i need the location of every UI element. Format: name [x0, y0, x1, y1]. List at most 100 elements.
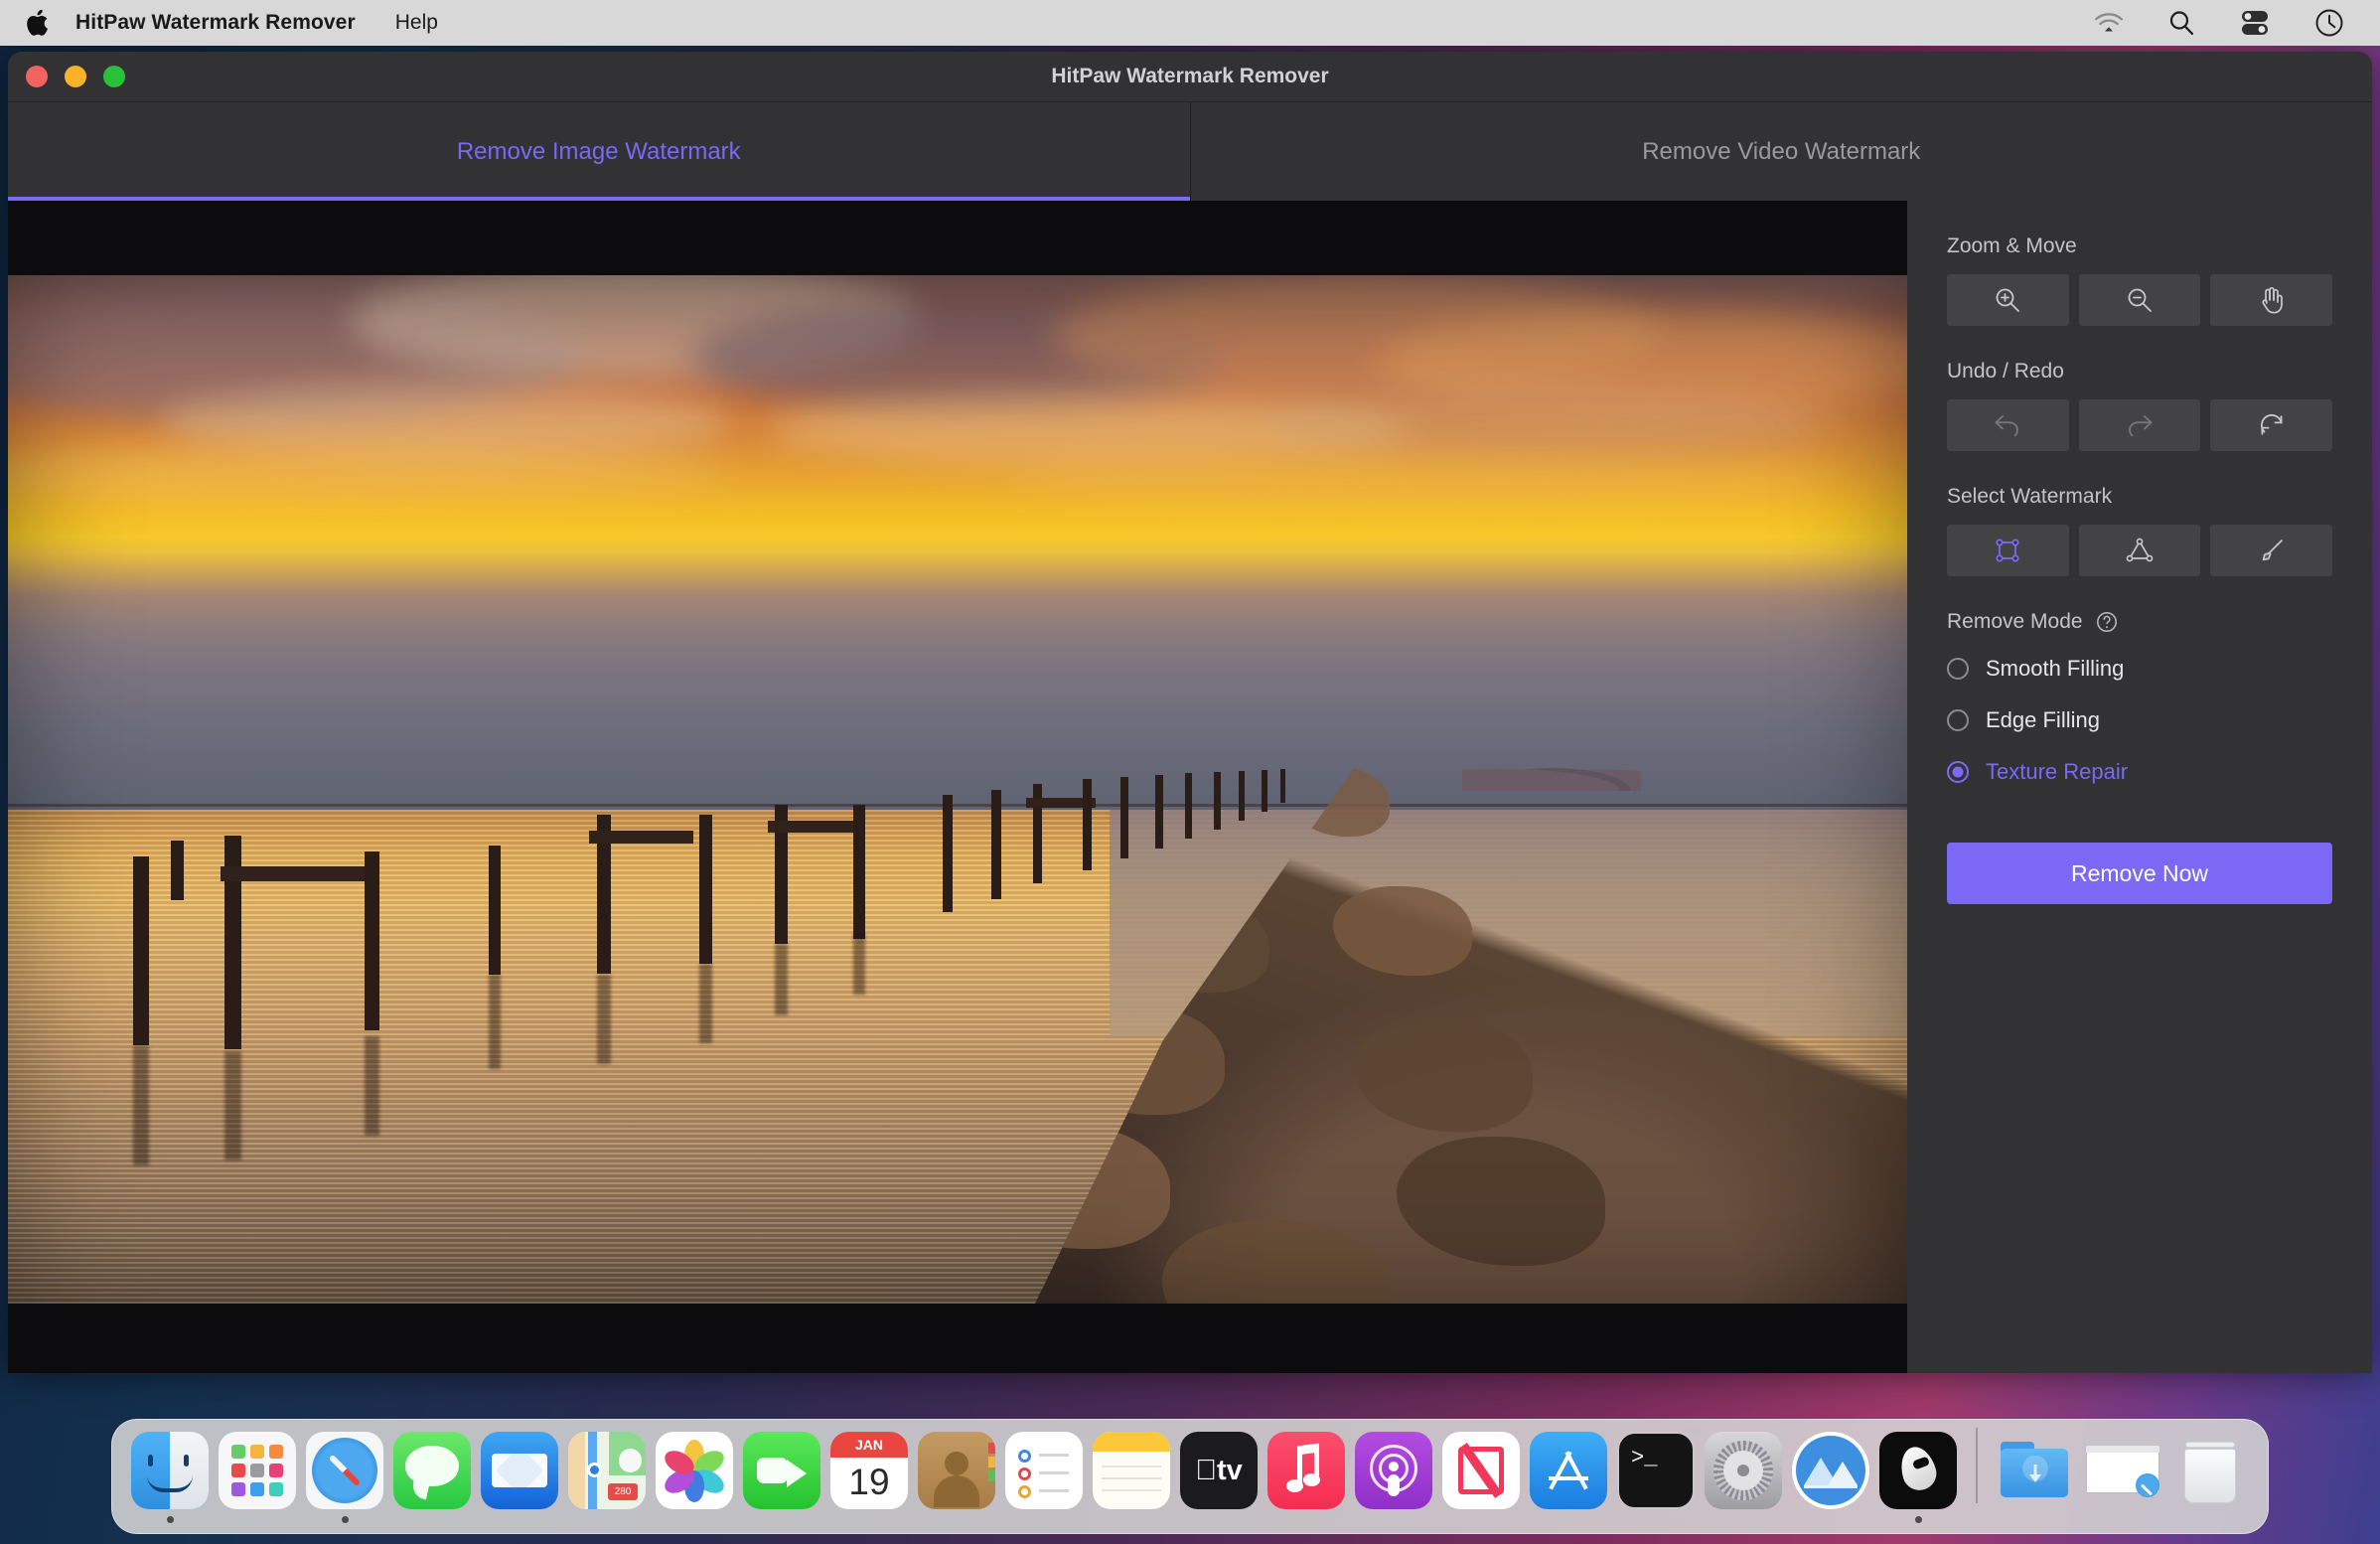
menubar-app-title[interactable]: HitPaw Watermark Remover: [75, 11, 356, 35]
dock-item-messages[interactable]: [388, 1432, 476, 1523]
dock-item-appletv[interactable]: tv: [1175, 1432, 1263, 1523]
dock-item-safari-window-preview[interactable]: [2079, 1432, 2166, 1523]
running-indicator: [866, 1516, 873, 1523]
remove-now-button[interactable]: Remove Now: [1947, 843, 2332, 904]
podcasts-icon: [1355, 1432, 1432, 1509]
dock-item-facetime[interactable]: [738, 1432, 825, 1523]
dock-item-downloads-folder[interactable]: [1992, 1432, 2079, 1523]
rectangle-select-icon: [1993, 536, 2022, 565]
apple-logo-icon[interactable]: [26, 9, 49, 36]
radio-indicator: [1947, 761, 1969, 783]
running-indicator: [1740, 1516, 1747, 1523]
running-indicator: [1828, 1516, 1835, 1523]
radio-edge-filling[interactable]: Edge Filling: [1947, 707, 2332, 733]
rectangle-select-button[interactable]: [1947, 525, 2069, 576]
select-watermark-button-row: [1947, 525, 2333, 576]
dock-item-news[interactable]: [1437, 1432, 1525, 1523]
app-store-icon: [1530, 1432, 1607, 1509]
siri-clock-icon[interactable]: [2314, 8, 2344, 38]
remove-mode-title: Remove Mode: [1947, 610, 2083, 633]
running-indicator: [1303, 1516, 1310, 1523]
help-circle-icon[interactable]: [2095, 610, 2119, 634]
section-label-undo-redo: Undo / Redo: [1947, 360, 2332, 384]
trash-icon: [2171, 1432, 2249, 1509]
dock-item-launchpad[interactable]: [214, 1432, 301, 1523]
dock-item-trash[interactable]: [2166, 1432, 2254, 1523]
preview-image[interactable]: [8, 275, 1907, 1304]
notes-icon: [1093, 1432, 1170, 1509]
polygon-select-button[interactable]: [2078, 525, 2201, 576]
reset-icon: [2258, 411, 2286, 439]
wifi-icon[interactable]: [2094, 12, 2124, 34]
running-indicator: [517, 1516, 523, 1523]
radio-label: Edge Filling: [1986, 707, 2100, 732]
dock-item-mountain-app[interactable]: [1787, 1432, 1874, 1523]
dock-item-reminders[interactable]: [1000, 1432, 1088, 1523]
zoom-in-icon: [1993, 285, 2022, 315]
music-icon: [1267, 1432, 1345, 1509]
messages-icon: [393, 1432, 471, 1509]
dock-item-podcasts[interactable]: [1350, 1432, 1437, 1523]
running-indicator: [1914, 1516, 1922, 1523]
undo-icon: [1993, 412, 2022, 438]
zoom-move-button-row: [1947, 274, 2333, 326]
running-indicator: [429, 1516, 436, 1523]
dock-item-hitpaw[interactable]: [1874, 1432, 1962, 1523]
dock-item-calendar[interactable]: JAN 19: [825, 1432, 913, 1523]
brush-select-button[interactable]: [2210, 525, 2333, 576]
dock-item-contacts[interactable]: [913, 1432, 1000, 1523]
running-indicator: [254, 1516, 261, 1523]
pan-hand-button[interactable]: [2210, 274, 2333, 326]
downloads-folder-icon: [1997, 1432, 2074, 1509]
dock-item-mail[interactable]: [476, 1432, 563, 1523]
running-indicator: [1391, 1516, 1398, 1523]
polygon-select-icon: [2125, 537, 2155, 564]
tab-label: Remove Image Watermark: [456, 137, 741, 165]
hand-pan-icon: [2258, 285, 2286, 315]
maps-icon: 280: [568, 1432, 646, 1509]
window-title-bar: HitPaw Watermark Remover: [8, 52, 2372, 101]
dock-item-safari[interactable]: [301, 1432, 388, 1523]
radio-smooth-filling[interactable]: Smooth Filling: [1947, 656, 2332, 682]
running-indicator: [1478, 1516, 1485, 1523]
search-icon[interactable]: [2167, 9, 2195, 37]
running-indicator: [1653, 1516, 1660, 1523]
dock-item-app-store[interactable]: [1525, 1432, 1612, 1523]
terminal-icon: >_: [1617, 1432, 1695, 1509]
running-indicator: [691, 1516, 698, 1523]
window-title: HitPaw Watermark Remover: [1051, 65, 1329, 87]
section-label-zoom-move: Zoom & Move: [1947, 234, 2332, 258]
tab-remove-image-watermark[interactable]: Remove Image Watermark: [8, 102, 1190, 201]
running-indicator: [1041, 1516, 1048, 1523]
running-indicator: [2207, 1516, 2214, 1523]
menubar-item-help[interactable]: Help: [395, 11, 438, 35]
image-canvas[interactable]: [8, 201, 1907, 1373]
dock-item-notes[interactable]: [1088, 1432, 1175, 1523]
dock: 280 JAN 19 tv >_: [111, 1419, 2269, 1534]
tools-sidebar: Zoom & Move Undo / Redo Select Watermark…: [1907, 201, 2372, 1373]
dock-item-system-preferences[interactable]: [1700, 1432, 1787, 1523]
section-title: Zoom & Move: [1947, 234, 2077, 257]
zoom-out-button[interactable]: [2078, 274, 2201, 326]
control-center-icon[interactable]: [2239, 10, 2271, 36]
tab-bar: Remove Image Watermark Remove Video Wate…: [8, 101, 2372, 201]
contacts-icon: [918, 1432, 995, 1509]
tab-remove-video-watermark[interactable]: Remove Video Watermark: [1189, 102, 2373, 201]
zoom-in-button[interactable]: [1947, 274, 2069, 326]
reminders-icon: [1005, 1432, 1083, 1509]
running-indicator: [341, 1516, 349, 1523]
reset-button[interactable]: [2210, 399, 2333, 451]
running-indicator: [954, 1516, 961, 1523]
tab-label: Remove Video Watermark: [1642, 137, 1921, 165]
dock-item-maps[interactable]: 280: [563, 1432, 651, 1523]
radio-texture-repair[interactable]: Texture Repair: [1947, 759, 2332, 785]
dock-item-finder[interactable]: [126, 1432, 214, 1523]
remove-mode-radio-group: Smooth Filling Edge Filling Texture Repa…: [1947, 656, 2332, 785]
menubar-status-area: [2094, 8, 2362, 38]
redo-button[interactable]: [2078, 399, 2201, 451]
dock-item-music[interactable]: [1263, 1432, 1350, 1523]
undo-button[interactable]: [1947, 399, 2069, 451]
safari-icon: [306, 1432, 383, 1509]
dock-item-terminal[interactable]: >_: [1612, 1432, 1700, 1523]
dock-item-photos[interactable]: [651, 1432, 738, 1523]
